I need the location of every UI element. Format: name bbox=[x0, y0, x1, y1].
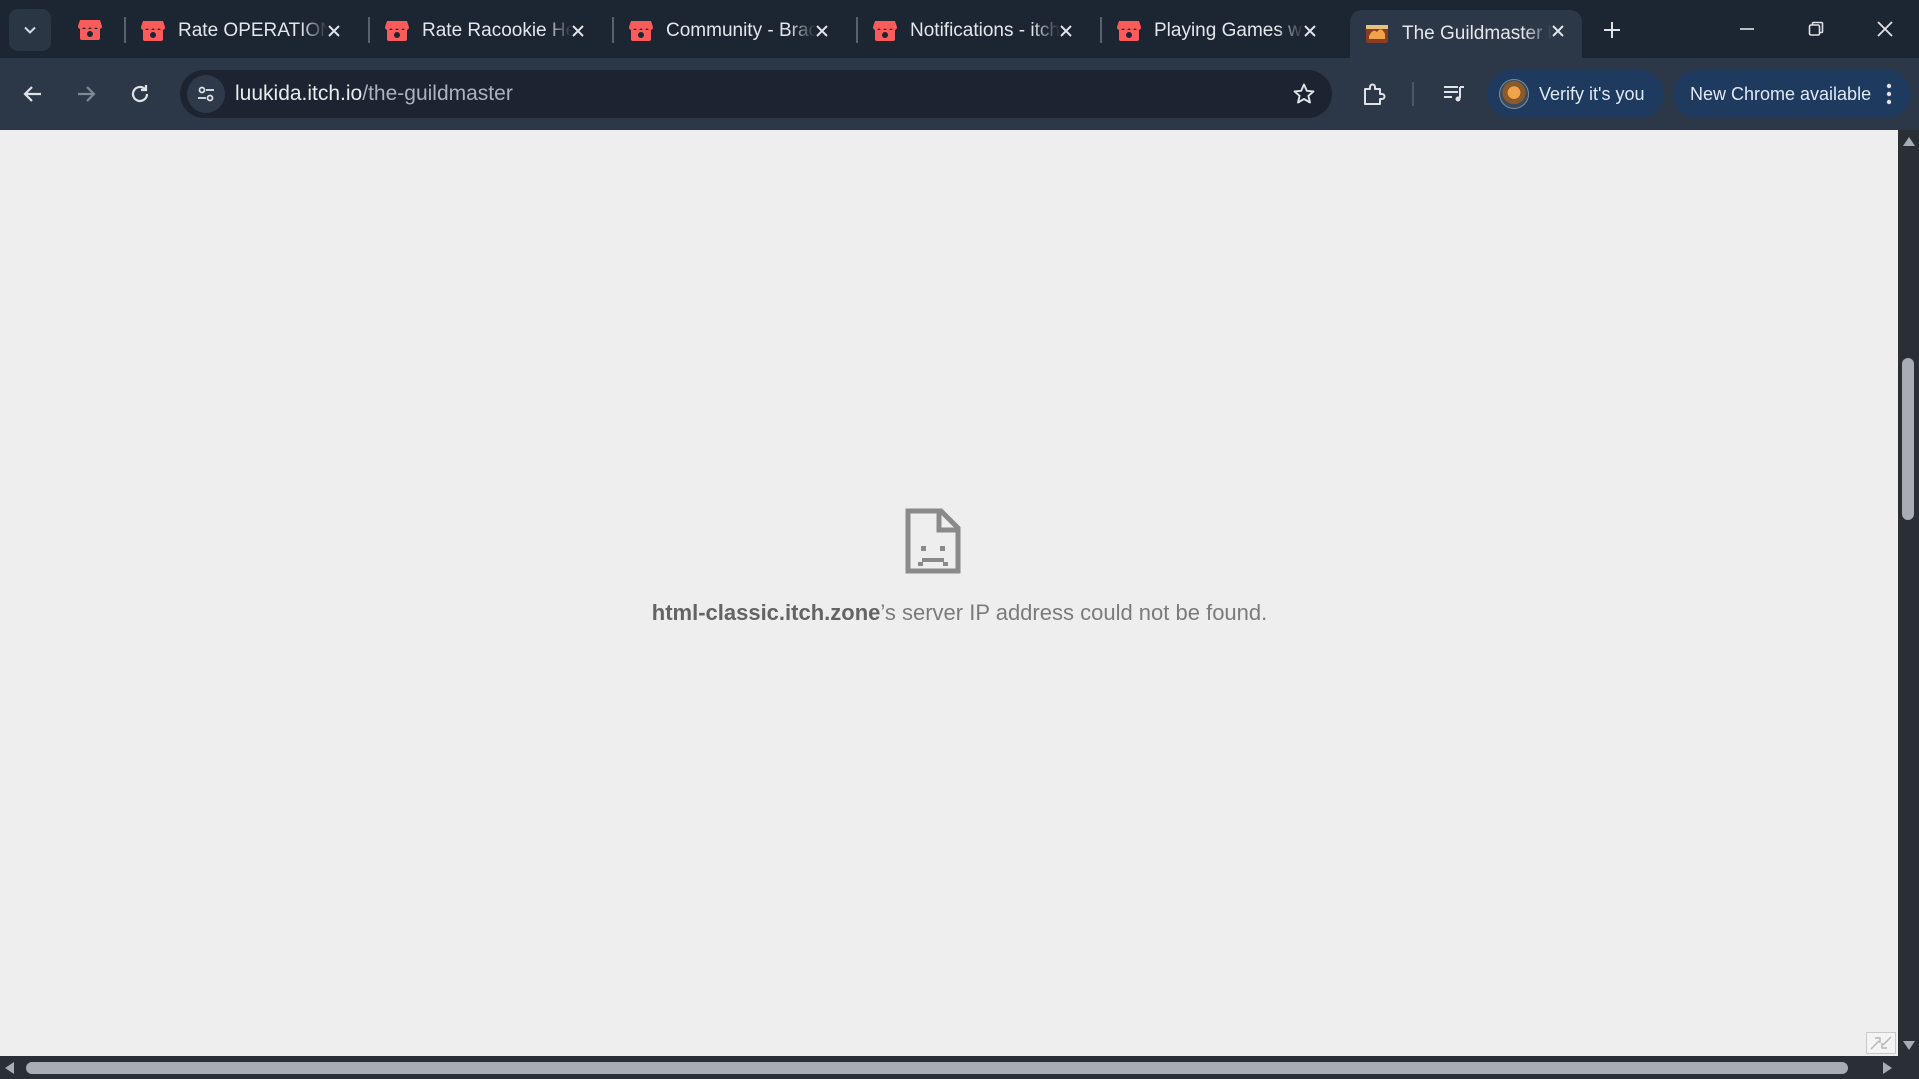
tab-close-button[interactable] bbox=[1546, 19, 1570, 43]
error-message: html-classic.itch.zone’s server IP addre… bbox=[0, 600, 1919, 626]
more-vertical-icon bbox=[1886, 83, 1892, 105]
url-host: luukida.itch.io bbox=[235, 82, 363, 105]
tab-close-button[interactable] bbox=[1298, 19, 1322, 43]
profile-avatar bbox=[1499, 79, 1529, 109]
close-icon bbox=[572, 25, 584, 37]
media-controls-button[interactable] bbox=[1432, 72, 1476, 116]
itchio-icon bbox=[78, 20, 102, 40]
tab-title: Rate OPERATION bbox=[178, 20, 328, 41]
scroll-right-arrow[interactable] bbox=[1883, 1062, 1892, 1074]
forward-button[interactable] bbox=[64, 72, 108, 116]
update-label: New Chrome available bbox=[1690, 83, 1872, 104]
itchio-icon bbox=[629, 21, 653, 41]
star-icon bbox=[1293, 83, 1315, 104]
vertical-scrollbar[interactable] bbox=[1898, 130, 1919, 1056]
tab-title: The Guildmaster by bbox=[1402, 23, 1552, 44]
itchio-icon bbox=[141, 21, 165, 41]
browser-toolbar: luukida.itch.io/the-guildmaster Verify i… bbox=[0, 58, 1919, 130]
reload-button[interactable] bbox=[118, 72, 162, 116]
chrome-menu-button[interactable] bbox=[1879, 80, 1899, 108]
tab-title: Rate Racookie Heist bbox=[422, 20, 572, 41]
tab-close-button[interactable] bbox=[810, 19, 834, 43]
tab-title: Community - Brackeys bbox=[666, 20, 816, 41]
minimize-button[interactable] bbox=[1718, 6, 1776, 52]
error-message-text: ’s server IP address could not be found. bbox=[880, 600, 1268, 625]
chrome-update-button[interactable]: New Chrome available bbox=[1673, 70, 1911, 118]
verify-identity-button[interactable]: Verify it's you bbox=[1487, 70, 1664, 118]
chevron-down-icon bbox=[24, 26, 36, 34]
puzzle-icon bbox=[1364, 83, 1386, 105]
url-text[interactable]: luukida.itch.io/the-guildmaster bbox=[235, 82, 513, 106]
verify-label: Verify it's you bbox=[1539, 83, 1645, 104]
arrow-left-icon bbox=[23, 86, 41, 102]
error-host: html-classic.itch.zone bbox=[651, 600, 881, 625]
tab-rate-operation[interactable]: Rate OPERATION bbox=[126, 10, 358, 52]
pinned-tab-itchio[interactable] bbox=[70, 12, 110, 48]
itchio-icon bbox=[1117, 21, 1141, 41]
tab-rate-racookie[interactable]: Rate Racookie Heist bbox=[370, 10, 602, 52]
restore-button[interactable] bbox=[1787, 6, 1845, 52]
scroll-left-arrow[interactable] bbox=[5, 1062, 14, 1074]
tab-the-guildmaster[interactable]: The Guildmaster by bbox=[1350, 10, 1582, 58]
extensions-button[interactable] bbox=[1352, 72, 1396, 116]
itchio-icon bbox=[873, 21, 897, 41]
close-icon bbox=[816, 25, 828, 37]
reload-icon bbox=[131, 85, 149, 103]
tab-notifications[interactable]: Notifications - itch.io bbox=[858, 10, 1090, 52]
close-icon bbox=[1304, 25, 1316, 37]
queue-music-icon bbox=[1444, 86, 1464, 102]
url-path: /the-guildmaster bbox=[362, 82, 513, 105]
site-info-button[interactable] bbox=[187, 75, 225, 113]
scroll-up-arrow[interactable] bbox=[1903, 137, 1915, 146]
minimize-icon bbox=[1740, 28, 1754, 30]
tab-playing-games[interactable]: Playing Games with bbox=[1102, 10, 1334, 52]
address-bar[interactable]: luukida.itch.io/the-guildmaster bbox=[180, 70, 1332, 118]
close-window-button[interactable] bbox=[1856, 6, 1914, 52]
arrow-right-icon bbox=[78, 86, 96, 102]
scroll-down-arrow[interactable] bbox=[1903, 1041, 1915, 1050]
tab-close-button[interactable] bbox=[566, 19, 590, 43]
itchio-icon bbox=[385, 21, 409, 41]
new-tab-button[interactable] bbox=[1594, 12, 1630, 48]
tab-search-button[interactable] bbox=[9, 9, 51, 51]
vertical-scroll-thumb[interactable] bbox=[1902, 358, 1914, 520]
tab-community[interactable]: Community - Brackeys bbox=[614, 10, 846, 52]
scrollbar-corner bbox=[1898, 1056, 1919, 1079]
tab-close-button[interactable] bbox=[322, 19, 346, 43]
toolbar-separator bbox=[1412, 82, 1414, 106]
close-icon bbox=[1060, 25, 1072, 37]
sad-document-icon bbox=[905, 508, 961, 574]
horizontal-scroll-thumb[interactable] bbox=[26, 1062, 1848, 1074]
close-icon bbox=[328, 25, 340, 37]
tune-icon bbox=[198, 86, 214, 102]
guildmaster-favicon-icon bbox=[1366, 25, 1388, 43]
horizontal-scrollbar[interactable] bbox=[0, 1056, 1898, 1079]
close-icon bbox=[1877, 21, 1893, 37]
back-button[interactable] bbox=[11, 72, 55, 116]
plus-icon bbox=[1604, 22, 1620, 38]
close-icon bbox=[1552, 25, 1564, 37]
tab-strip: Rate OPERATION Rate Racookie Heist Commu… bbox=[0, 0, 1919, 58]
restore-icon bbox=[1808, 21, 1824, 36]
page-content bbox=[0, 130, 1898, 1056]
tab-close-button[interactable] bbox=[1054, 19, 1078, 43]
tab-title: Playing Games with bbox=[1154, 20, 1304, 41]
tab-title: Notifications - itch.io bbox=[910, 20, 1060, 41]
bookmark-button[interactable] bbox=[1290, 80, 1318, 108]
expand-icon bbox=[1870, 1036, 1892, 1050]
resize-grip-icon[interactable] bbox=[1866, 1032, 1896, 1054]
